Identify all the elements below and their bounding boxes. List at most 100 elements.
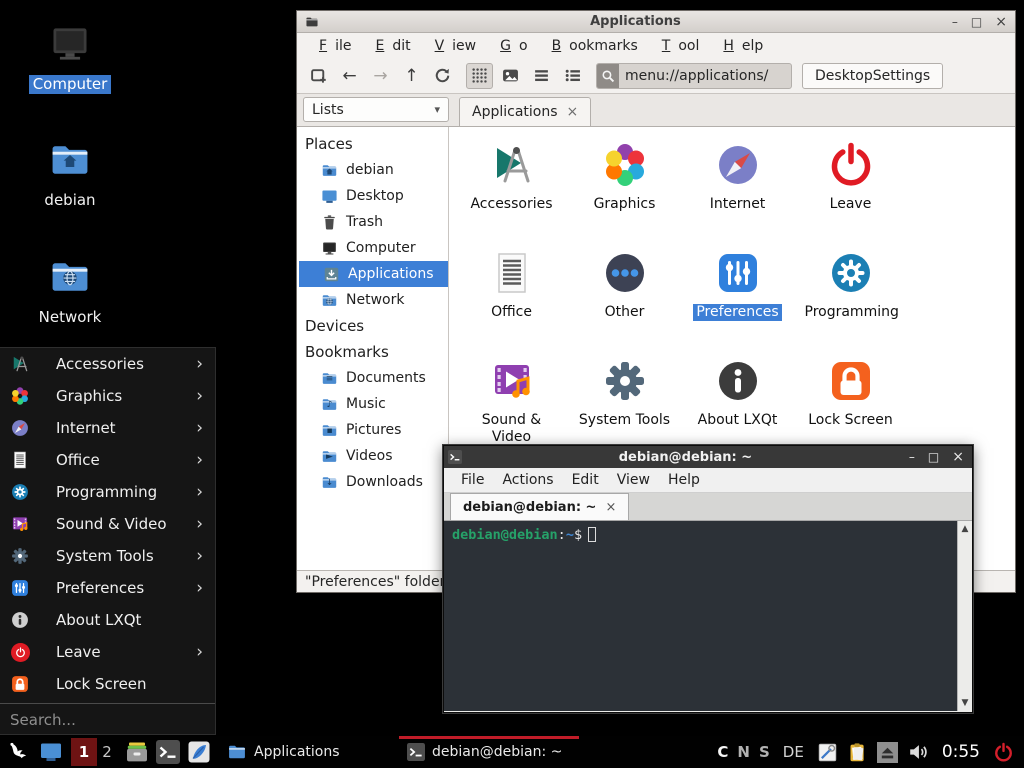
sidebar-item-computer[interactable]: Computer xyxy=(297,235,448,261)
menu-item-internet[interactable]: Internet › xyxy=(0,412,215,444)
show-desktop-button[interactable] xyxy=(39,740,63,764)
submenu-arrow-icon: › xyxy=(196,386,203,406)
grid-item-leave[interactable]: Leave xyxy=(794,133,907,241)
lists-combobox[interactable]: Lists ▾ xyxy=(303,97,449,122)
grid-item-programming[interactable]: Programming xyxy=(794,241,907,349)
terminal-scrollbar[interactable]: ▲ ▼ xyxy=(957,521,972,711)
sidebar-item-applications[interactable]: Applications xyxy=(299,261,448,287)
grid-item-internet[interactable]: Internet xyxy=(681,133,794,241)
desktop-icon-debian[interactable]: debian xyxy=(18,138,122,210)
menu-item-sound-video[interactable]: Sound & Video › xyxy=(0,508,215,540)
tab-close-icon[interactable]: × xyxy=(567,104,579,120)
menu-file[interactable]: File xyxy=(303,38,359,54)
maximize-icon[interactable]: □ xyxy=(971,16,982,28)
compact-view-button[interactable] xyxy=(528,63,555,89)
grid-item-accessories[interactable]: Accessories xyxy=(455,133,568,241)
menu-item-about-lxqt[interactable]: About LXQt xyxy=(0,604,215,636)
sidebar-item-network[interactable]: Network xyxy=(297,287,448,313)
forward-button[interactable]: → xyxy=(367,63,394,89)
menu-item-office[interactable]: Office › xyxy=(0,444,215,476)
sidebar-item-debian[interactable]: debian xyxy=(297,157,448,183)
terminal-launcher[interactable] xyxy=(156,740,180,764)
sidebar-item-videos[interactable]: ► Videos xyxy=(297,443,448,469)
tab-applications[interactable]: Applications × xyxy=(459,97,591,126)
sidebar-item-desktop[interactable]: Desktop xyxy=(297,183,448,209)
sidebar-item-music[interactable]: ♪ Music xyxy=(297,391,448,417)
menu-edit[interactable]: Edit xyxy=(359,38,418,54)
terminal-tab[interactable]: debian@debian: ~ × xyxy=(450,493,629,520)
task-button-applications[interactable]: Applications xyxy=(219,736,399,768)
sidebar-item-downloads[interactable]: ↓ Downloads xyxy=(297,469,448,495)
sidebar-item-pictures[interactable]: ▪ Pictures xyxy=(297,417,448,443)
icon-view-button[interactable] xyxy=(466,63,493,89)
menu-item-system-tools[interactable]: System Tools › xyxy=(0,540,215,572)
grid-item-system-tools[interactable]: System Tools xyxy=(568,349,681,457)
desktop-settings-button[interactable]: DesktopSettings xyxy=(802,63,943,89)
clipboard-tray-icon[interactable] xyxy=(847,742,868,763)
clock[interactable]: 0:55 xyxy=(942,742,980,762)
desktop-icon-network[interactable]: Network xyxy=(18,255,122,327)
grid-item-label: Sound & Video xyxy=(466,412,558,446)
fm-titlebar[interactable]: Applications – □ × xyxy=(297,11,1015,33)
terminal-content[interactable]: debian@debian:~$ ▲ ▼ xyxy=(444,521,972,711)
reload-button[interactable] xyxy=(429,63,456,89)
menu-view[interactable]: View xyxy=(419,38,485,54)
minimize-icon[interactable]: – xyxy=(909,451,915,463)
workspace-1-button[interactable]: 1 xyxy=(71,738,97,766)
menu-item-preferences[interactable]: Preferences › xyxy=(0,572,215,604)
lists-combobox-value: Lists xyxy=(312,102,344,118)
sidebar-item-trash[interactable]: Trash xyxy=(297,209,448,235)
menu-item-graphics[interactable]: Graphics › xyxy=(0,380,215,412)
tab-close-icon[interactable]: × xyxy=(605,500,616,515)
scroll-up-icon[interactable]: ▲ xyxy=(962,521,969,537)
desktop-icon-computer[interactable]: Computer xyxy=(18,22,122,94)
close-icon[interactable]: × xyxy=(995,16,1007,28)
task-button-terminal[interactable]: debian@debian: ~ xyxy=(399,736,579,768)
menu-item-programming[interactable]: Programming › xyxy=(0,476,215,508)
grid-item-office[interactable]: Office xyxy=(455,241,568,349)
close-icon[interactable]: × xyxy=(952,451,964,463)
fm-window-title: Applications xyxy=(319,14,952,29)
workspace-2-button[interactable]: 2 xyxy=(97,738,117,766)
grid-item-sound-video[interactable]: Sound & Video xyxy=(455,349,568,457)
keyboard-layout-indicator[interactable]: DE xyxy=(783,743,804,761)
featherpad-launcher[interactable] xyxy=(187,740,211,764)
minimize-icon[interactable]: – xyxy=(952,16,958,28)
menu-file[interactable]: File xyxy=(452,472,493,488)
address-bar[interactable]: menu://applications/ xyxy=(596,63,792,89)
grid-item-about-lxqt[interactable]: About LXQt xyxy=(681,349,794,457)
volume-icon[interactable] xyxy=(907,741,929,763)
power-button[interactable] xyxy=(993,742,1014,763)
menu-search-input[interactable] xyxy=(0,706,215,734)
menu-view[interactable]: View xyxy=(608,472,659,488)
up-button[interactable]: ↑ xyxy=(398,63,425,89)
removable-media-tray-icon[interactable] xyxy=(877,742,898,763)
back-button[interactable]: ← xyxy=(336,63,363,89)
sidebar-item-documents[interactable]: ≡ Documents xyxy=(297,365,448,391)
grid-item-graphics[interactable]: Graphics xyxy=(568,133,681,241)
file-manager-launcher[interactable] xyxy=(125,740,149,764)
new-tab-button[interactable] xyxy=(305,63,332,89)
detailed-view-button[interactable] xyxy=(559,63,586,89)
scroll-down-icon[interactable]: ▼ xyxy=(962,695,969,711)
menu-help[interactable]: Help xyxy=(659,472,709,488)
menu-item-lock-screen[interactable]: Lock Screen xyxy=(0,668,215,700)
menu-help[interactable]: Help xyxy=(707,38,771,54)
grid-item-other[interactable]: Other xyxy=(568,241,681,349)
menu-bookmarks[interactable]: Bookmarks xyxy=(536,38,646,54)
submenu-arrow-icon: › xyxy=(196,642,203,662)
terminal-titlebar[interactable]: debian@debian: ~ – □ × xyxy=(444,446,972,468)
menu-go[interactable]: Go xyxy=(484,38,535,54)
maximize-icon[interactable]: □ xyxy=(928,451,939,463)
grid-item-label: Graphics xyxy=(594,196,656,213)
thumbnail-view-button[interactable] xyxy=(497,63,524,89)
menu-edit[interactable]: Edit xyxy=(563,472,608,488)
app-menu-button[interactable] xyxy=(6,739,32,765)
menu-actions[interactable]: Actions xyxy=(493,472,562,488)
menu-tool[interactable]: Tool xyxy=(646,38,708,54)
screenshot-tray-icon[interactable] xyxy=(817,742,838,763)
grid-item-preferences[interactable]: Preferences xyxy=(681,241,794,349)
menu-item-leave[interactable]: Leave › xyxy=(0,636,215,668)
menu-item-accessories[interactable]: Accessories › xyxy=(0,348,215,380)
grid-item-lock-screen[interactable]: Lock Screen xyxy=(794,349,907,457)
